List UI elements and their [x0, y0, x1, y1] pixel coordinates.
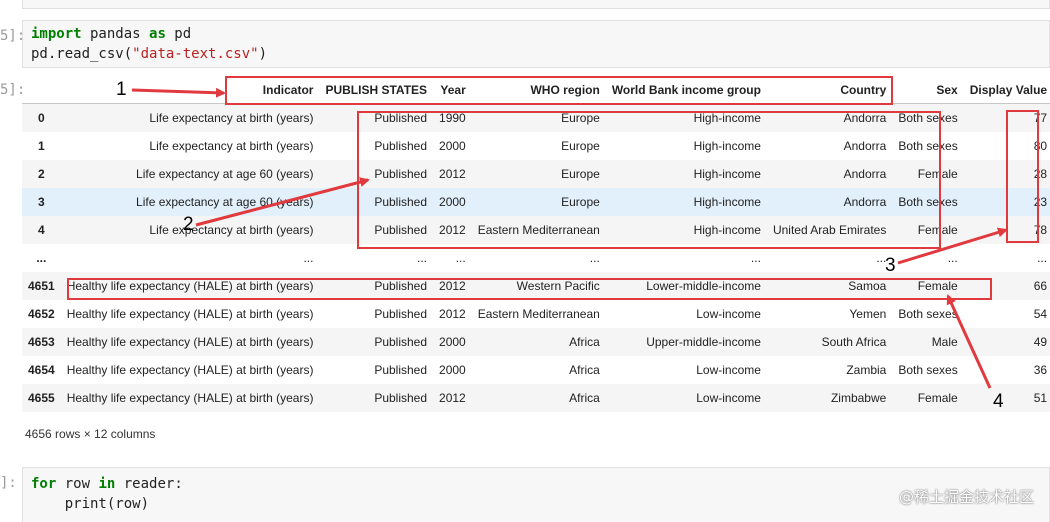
table-cell: Africa: [569, 391, 600, 405]
row-index: 4652: [28, 307, 55, 321]
code-cell-2[interactable]: for row in reader: print(row): [22, 467, 1050, 522]
annotation-number-1: 1: [116, 79, 127, 100]
table-cell: Africa: [569, 363, 600, 377]
table-cell: Life expectancy at birth (years): [149, 111, 314, 125]
code-cell-2-source[interactable]: for row in reader: print(row): [23, 468, 1049, 520]
code-cell-1[interactable]: import pandas as pd pd.read_csv("data-te…: [22, 20, 1050, 68]
table-cell: Eastern Mediterranean: [477, 307, 600, 321]
table-cell: Africa: [569, 335, 600, 349]
table-row: 4654 Healthy life expectancy (HALE) at bi…: [22, 356, 1050, 384]
table-cell: South Africa: [821, 335, 887, 349]
table-cell: Yemen: [849, 307, 887, 321]
table-row: 4653 Healthy life expectancy (HALE) at bi…: [22, 328, 1050, 356]
table-cell: Healthy life expectancy (HALE) at birth …: [66, 363, 314, 377]
table-cell: Life expectancy at age 60 (years): [136, 167, 314, 181]
row-index: 0: [38, 111, 45, 125]
row-index: 4654: [28, 363, 55, 377]
table-cell: Zambia: [846, 363, 887, 377]
table-cell: 2000: [439, 335, 466, 349]
annotation-number-3: 3: [885, 255, 896, 276]
table-cell: Upper-middle-income: [646, 335, 761, 349]
code-text: pd.read_csv(: [31, 46, 133, 62]
table-cell: ...: [303, 251, 314, 265]
annotation-box-row: [67, 278, 992, 300]
table-cell: Healthy life expectancy (HALE) at birth …: [66, 335, 314, 349]
rows-columns-summary: 4656 rows × 12 columns: [25, 427, 156, 441]
code-text: pd: [165, 26, 192, 42]
code-text: ): [258, 46, 268, 62]
table-cell: Life expectancy at birth (years): [149, 139, 314, 153]
row-index: 1: [38, 139, 45, 153]
table-cell: Both sexes: [898, 363, 958, 377]
table-cell: Both sexes: [898, 307, 958, 321]
code-text: row: [56, 476, 99, 492]
row-index: 3: [38, 195, 45, 209]
table-cell: Healthy life expectancy (HALE) at birth …: [66, 307, 314, 321]
code-cell-1-source[interactable]: import pandas as pd pd.read_csv("data-te…: [23, 21, 1049, 70]
table-cell: 2012: [439, 307, 466, 321]
row-index: 2: [38, 167, 45, 181]
table-cell: Female: [917, 391, 958, 405]
row-index: 4653: [28, 335, 55, 349]
code-text: reader:: [115, 476, 183, 492]
table-cell: 2012: [439, 391, 466, 405]
row-index: 4651: [28, 279, 55, 293]
keyword-import: import: [31, 26, 82, 42]
watermark: @稀土掘金技术社区: [898, 488, 1034, 506]
table-cell: Low-income: [696, 391, 761, 405]
column-header: Sex: [892, 76, 964, 104]
table-row: 4652 Healthy life expectancy (HALE) at bi…: [22, 300, 1050, 328]
table-cell: 2000: [439, 363, 466, 377]
annotation-box-display-value: [1006, 110, 1039, 243]
table-cell: Published: [374, 391, 428, 405]
row-index: ...: [36, 251, 47, 265]
keyword-in: in: [98, 476, 116, 492]
table-cell: ...: [1037, 251, 1048, 265]
table-cell: Published: [374, 363, 428, 377]
code-string: "data-text.csv": [132, 46, 259, 62]
annotation-box-values: [357, 111, 941, 249]
table-cell: 54: [1033, 307, 1048, 321]
table-cell: 36: [1033, 363, 1048, 377]
table-cell: Male: [931, 335, 958, 349]
annotation-box-header: [225, 76, 893, 105]
keyword-for: for: [31, 476, 57, 492]
annotation-number-2: 2: [183, 214, 194, 235]
keyword-as: as: [149, 26, 166, 42]
annotation-number-4: 4: [993, 391, 1004, 412]
previous-cell-edge: [22, 0, 1050, 9]
table-cell: Life expectancy at age 60 (years): [136, 195, 314, 209]
code-text: print(row): [31, 496, 150, 512]
column-header: Display Value: [963, 76, 1050, 104]
table-row: 4655 Healthy life expectancy (HALE) at bi…: [22, 384, 1050, 412]
table-cell: 49: [1033, 335, 1048, 349]
table-cell: Published: [374, 335, 428, 349]
table-cell: Low-income: [696, 307, 761, 321]
row-index: 4655: [28, 391, 55, 405]
cell-2-prompt: ]:: [0, 475, 17, 491]
table-cell: Published: [374, 307, 428, 321]
table-cell: Low-income: [696, 363, 761, 377]
table-cell: Zimbabwe: [830, 391, 887, 405]
index-header: [22, 76, 61, 104]
table-cell: 51: [1033, 391, 1048, 405]
row-index: 4: [38, 223, 45, 237]
code-text: pandas: [81, 26, 150, 42]
table-cell: Healthy life expectancy (HALE) at birth …: [66, 391, 314, 405]
